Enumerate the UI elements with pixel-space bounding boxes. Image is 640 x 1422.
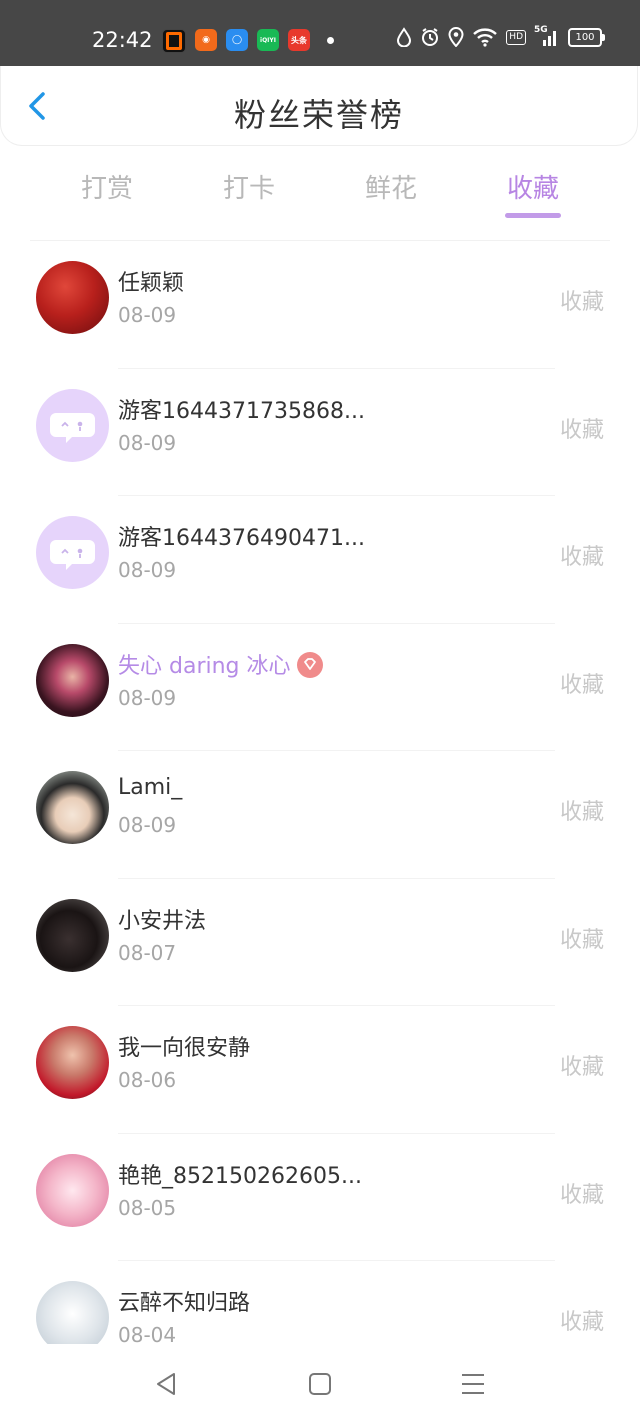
status-time: 22:42 xyxy=(92,28,153,52)
avatar[interactable] xyxy=(36,261,109,334)
date: 08-09 xyxy=(118,430,177,455)
user-name: 任颖颖 xyxy=(118,271,185,296)
home-square-icon xyxy=(309,1373,331,1395)
user-name: 游客1644371735868... xyxy=(118,398,365,424)
app-icon-3: ◯ xyxy=(226,29,248,51)
action-label: 收藏 xyxy=(559,545,604,570)
hd-badge: HD xyxy=(506,29,526,45)
battery-indicator: 100 xyxy=(568,27,605,47)
action-label: 收藏 xyxy=(559,672,604,698)
chat-bubble-icon xyxy=(50,412,95,443)
tab-flowers[interactable]: 鲜花 xyxy=(341,168,441,205)
location-icon xyxy=(448,27,464,47)
more-notifications-dot xyxy=(327,37,334,44)
avatar[interactable] xyxy=(36,771,109,844)
nav-menu-button[interactable] xyxy=(459,1370,487,1398)
tab-favorites[interactable]: 收藏 xyxy=(483,168,583,205)
nav-home-button[interactable] xyxy=(306,1370,334,1398)
date: 08-06 xyxy=(118,1068,177,1092)
app-icon-2: ◉ xyxy=(195,29,217,51)
tab-reward[interactable]: 打赏 xyxy=(57,168,157,205)
app-icon-1 xyxy=(162,29,186,53)
signal-icon: 5G xyxy=(534,25,560,47)
system-nav-bar xyxy=(0,1344,640,1422)
back-triangle-icon xyxy=(157,1373,175,1395)
user-name: 我一向很安静 xyxy=(118,1036,251,1061)
app-icon-5: 头条 xyxy=(288,29,310,51)
user-name: 失心 daring 冰心 xyxy=(118,648,323,680)
app-icon-4: iQIYI xyxy=(257,29,279,51)
alarm-icon xyxy=(422,28,439,46)
date: 08-09 xyxy=(118,558,177,582)
chat-bubble-icon xyxy=(50,540,95,570)
menu-lines-icon xyxy=(462,1374,484,1394)
avatar[interactable] xyxy=(36,516,109,589)
avatar[interactable] xyxy=(36,1153,109,1227)
action-label: 收藏 xyxy=(559,1310,604,1335)
water-drop-icon xyxy=(397,27,412,47)
user-name: 艳艳_852150262605... xyxy=(118,1163,362,1189)
list-item[interactable]: 艳艳_852150262605... 08-05 收藏 xyxy=(0,1134,640,1261)
page-title: 粉丝荣誉榜 xyxy=(233,96,404,134)
date: 08-09 xyxy=(118,685,177,710)
list-item[interactable]: 小安井法 08-07 收藏 xyxy=(0,879,640,1006)
status-bar: 22:42 ◉ ◯ iQIYI 头条 HD 5G 100 xyxy=(0,0,640,66)
user-name: Lami_ xyxy=(118,775,183,800)
date: 08-09 xyxy=(118,303,177,327)
action-label: 收藏 xyxy=(559,800,604,825)
user-name: 游客1644376490471... xyxy=(118,526,365,551)
action-label: 收藏 xyxy=(559,927,604,953)
user-name: 小安井法 xyxy=(118,908,207,934)
action-label: 收藏 xyxy=(559,290,604,315)
avatar[interactable] xyxy=(36,1026,109,1099)
avatar[interactable] xyxy=(36,388,109,462)
action-label: 收藏 xyxy=(559,1182,604,1208)
user-name-text: 失心 daring 冰心 xyxy=(118,653,291,679)
active-tab-indicator xyxy=(505,213,561,218)
date: 08-09 xyxy=(118,813,177,837)
list-item[interactable]: 任颖颖 08-09 收藏 xyxy=(0,241,640,369)
user-name: 云醉不知归路 xyxy=(118,1291,251,1316)
list-item[interactable]: 游客1644376490471... 08-09 收藏 xyxy=(0,496,640,624)
date: 08-05 xyxy=(118,1195,177,1220)
action-label: 收藏 xyxy=(559,1055,604,1080)
date: 08-07 xyxy=(118,940,177,965)
diamond-badge-icon xyxy=(296,651,323,678)
status-indicators: HD 5G 100 xyxy=(396,25,605,47)
avatar[interactable] xyxy=(36,643,109,717)
notification-app-icons: ◉ ◯ iQIYI 头条 xyxy=(162,29,310,53)
list-item[interactable]: Lami_ 08-09 收藏 xyxy=(0,751,640,879)
list-item[interactable]: 我一向很安静 08-06 收藏 xyxy=(0,1006,640,1134)
avatar[interactable] xyxy=(36,898,109,972)
list-item[interactable]: 失心 daring 冰心 08-09 收藏 xyxy=(0,624,640,751)
fan-list: 任颖颖 08-09 收藏 游客1644371735868... 08-09 收藏… xyxy=(0,241,640,1389)
wifi-icon xyxy=(473,28,498,47)
app-header: 粉丝荣誉榜 xyxy=(0,66,638,146)
list-item[interactable]: 游客1644371735868... 08-09 收藏 xyxy=(0,369,640,496)
tab-checkin[interactable]: 打卡 xyxy=(199,168,299,205)
nav-back-button[interactable] xyxy=(153,1370,181,1398)
action-label: 收藏 xyxy=(559,417,604,443)
tab-bar: 打赏 打卡 鲜花 收藏 xyxy=(0,160,640,222)
